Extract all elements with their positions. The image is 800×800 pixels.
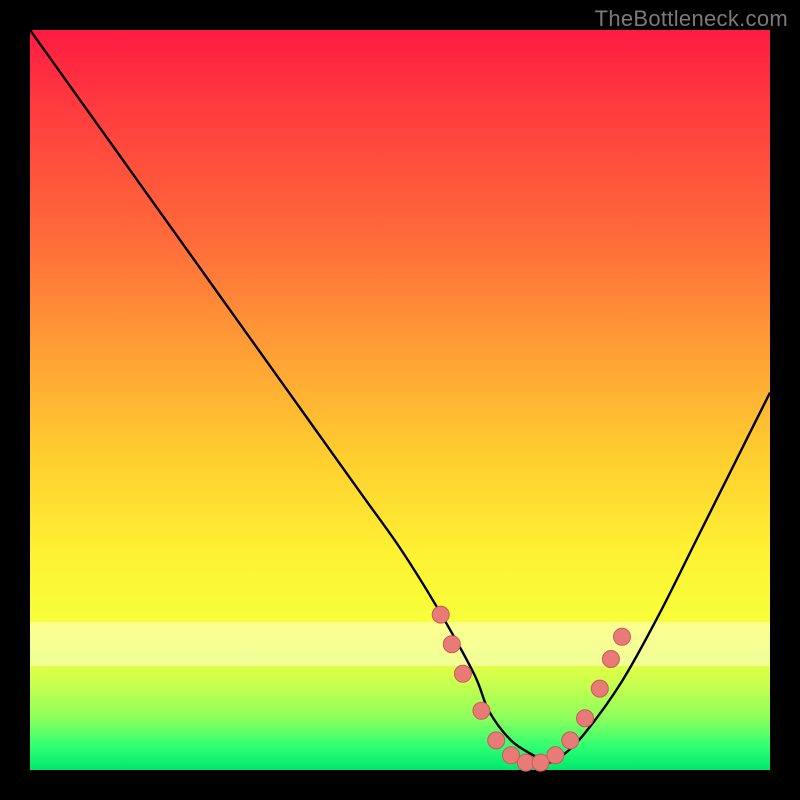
curve-marker: [577, 710, 594, 727]
curve-marker: [473, 702, 490, 719]
chart-container: TheBottleneck.com: [0, 0, 800, 800]
curve-layer: [30, 30, 770, 770]
curve-marker: [547, 747, 564, 764]
curve-marker: [488, 732, 505, 749]
curve-markers: [432, 606, 630, 771]
curve-marker: [614, 628, 631, 645]
plot-area: [30, 30, 770, 770]
curve-marker: [432, 606, 449, 623]
curve-marker: [562, 732, 579, 749]
bottleneck-curve: [30, 30, 770, 763]
curve-marker: [602, 651, 619, 668]
curve-marker: [591, 680, 608, 697]
curve-marker: [443, 636, 460, 653]
attribution-text: TheBottleneck.com: [595, 6, 788, 32]
curve-marker: [454, 665, 471, 682]
